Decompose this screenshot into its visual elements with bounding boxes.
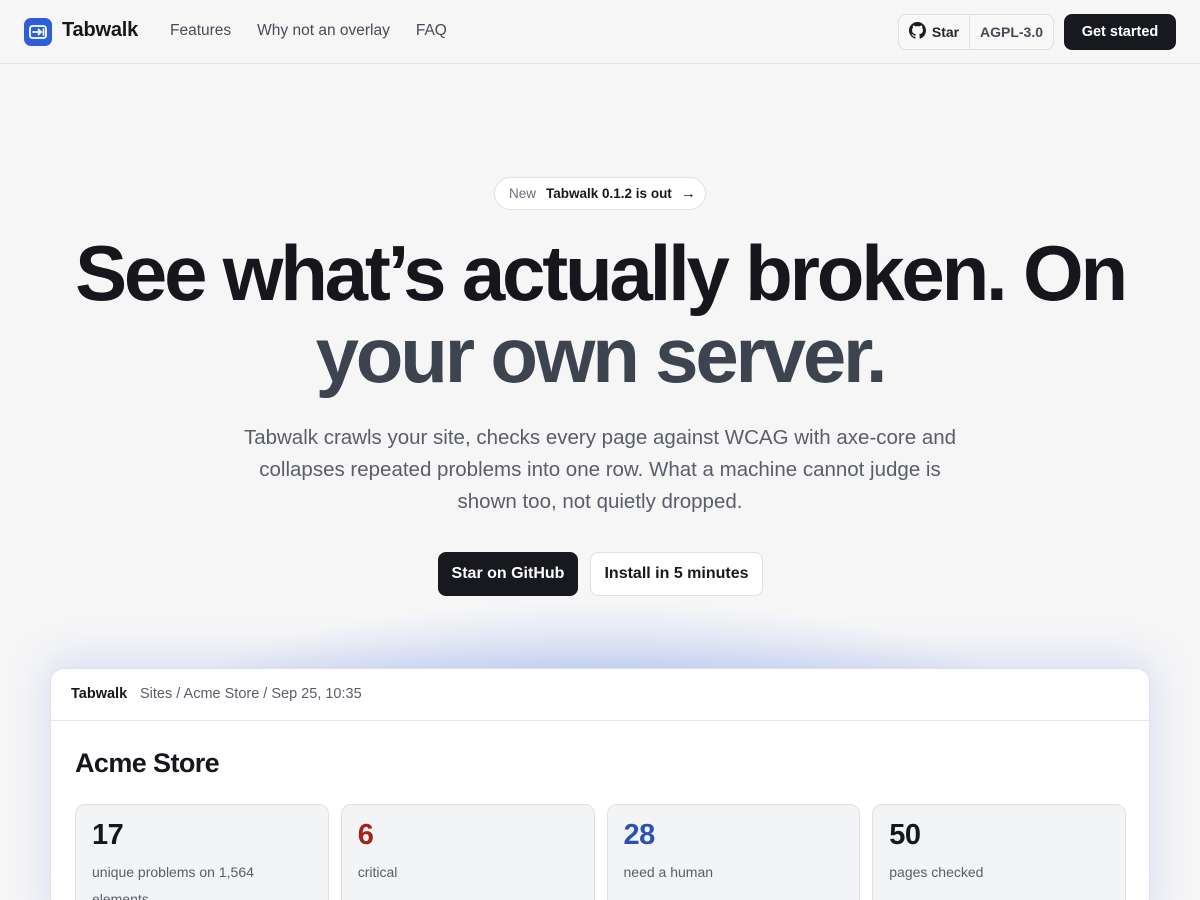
app-preview-topbar: Tabwalk Sites / Acme Store / Sep 25, 10:… xyxy=(51,669,1149,721)
stat-value: 50 xyxy=(889,819,921,851)
hero-headline-line1: See what’s actually broken. On xyxy=(75,229,1128,317)
announcement-pill[interactable]: New Tabwalk 0.1.2 is out → xyxy=(494,177,706,210)
app-preview-brand[interactable]: Tabwalk xyxy=(71,686,127,702)
main-nav: Features Why not an overlay FAQ xyxy=(170,22,473,40)
site-title: Acme Store xyxy=(75,748,220,778)
brand-name[interactable]: Tabwalk xyxy=(62,19,138,42)
stat-value: 28 xyxy=(623,819,656,851)
install-button[interactable]: Install in 5 minutes xyxy=(590,552,763,596)
get-started-button[interactable]: Get started xyxy=(1064,14,1176,50)
stat-value: 6 xyxy=(357,819,374,851)
github-star-button[interactable]: Star xyxy=(899,15,970,49)
stat-value: 17 xyxy=(92,819,124,851)
stat-card-critical[interactable]: 6 critical xyxy=(340,804,595,900)
hero-headline-line2: your own server. xyxy=(315,311,888,399)
nav-link-why-not-overlay[interactable]: Why not an overlay xyxy=(257,22,390,40)
nav-link-faq[interactable]: FAQ xyxy=(416,22,447,40)
app-preview: Tabwalk Sites / Acme Store / Sep 25, 10:… xyxy=(50,668,1150,900)
announcement-message: Tabwalk 0.1.2 is out xyxy=(546,186,672,201)
stat-label: unique problems on 1,564 elements xyxy=(92,864,254,900)
license-badge[interactable]: AGPL-3.0 xyxy=(970,15,1053,49)
nav-link-features[interactable]: Features xyxy=(170,22,231,40)
hero-description: Tabwalk crawls your site, checks every p… xyxy=(243,426,957,513)
stat-card-need-human[interactable]: 28 need a human xyxy=(606,804,861,900)
github-star-group: Star AGPL-3.0 xyxy=(898,14,1054,50)
breadcrumb[interactable]: Sites / Acme Store / Sep 25, 10:35 xyxy=(140,686,362,702)
announcement-tag: New xyxy=(509,186,537,201)
stats-row: 17 unique problems on 1,564 elements 6 c… xyxy=(75,804,1126,900)
stat-card-pages-checked[interactable]: 50 pages checked xyxy=(872,804,1126,900)
github-icon xyxy=(908,22,926,42)
site-header: Tabwalk Features Why not an overlay FAQ … xyxy=(0,0,1200,64)
stat-label: critical xyxy=(357,864,398,880)
arrow-right-icon: → xyxy=(680,185,696,202)
tab-arrow-icon[interactable] xyxy=(24,18,52,46)
star-on-github-button[interactable]: Star on GitHub xyxy=(438,552,578,596)
stat-label: pages checked xyxy=(889,864,984,880)
github-star-label: Star xyxy=(931,24,960,40)
stat-card-unique-problems[interactable]: 17 unique problems on 1,564 elements xyxy=(75,804,329,900)
hero-headline: See what’s actually broken. On your own … xyxy=(0,232,1200,396)
stat-label: need a human xyxy=(623,864,714,880)
